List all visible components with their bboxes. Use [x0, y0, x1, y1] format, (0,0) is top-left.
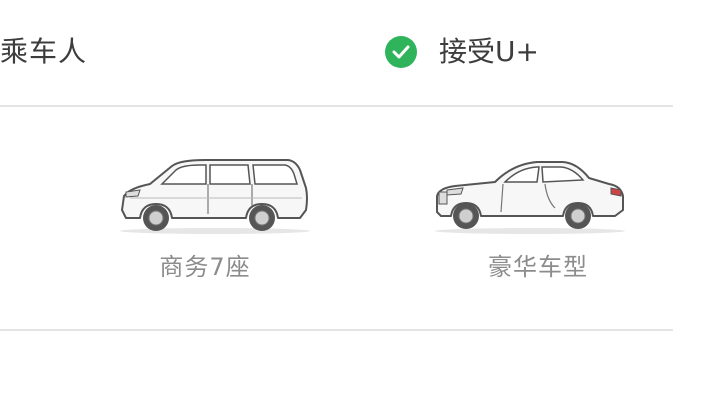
passenger-row: 乘车人 接受U+ [0, 0, 709, 106]
car-type-business-7-seat[interactable]: 商务7座 [110, 140, 320, 300]
car-type-luxury[interactable]: 豪华车型 [425, 140, 635, 300]
luxury-car-icon [435, 161, 625, 234]
accept-uplus-label: 接受U+ [439, 35, 539, 68]
mpv-car-icon [120, 159, 310, 234]
divider-bottom [0, 329, 673, 331]
passenger-label[interactable]: 乘车人 [0, 30, 87, 74]
check-circle-icon[interactable] [385, 36, 417, 68]
car-type-label: 豪华车型 [488, 253, 588, 281]
ride-options-panel: 乘车人 接受U+ 商务7座 豪华车型 [0, 0, 709, 400]
car-type-label: 商务7座 [159, 253, 251, 281]
checkmark-icon [392, 45, 410, 59]
divider-top [0, 105, 673, 107]
accept-uplus-option[interactable]: 接受U+ [385, 30, 539, 74]
